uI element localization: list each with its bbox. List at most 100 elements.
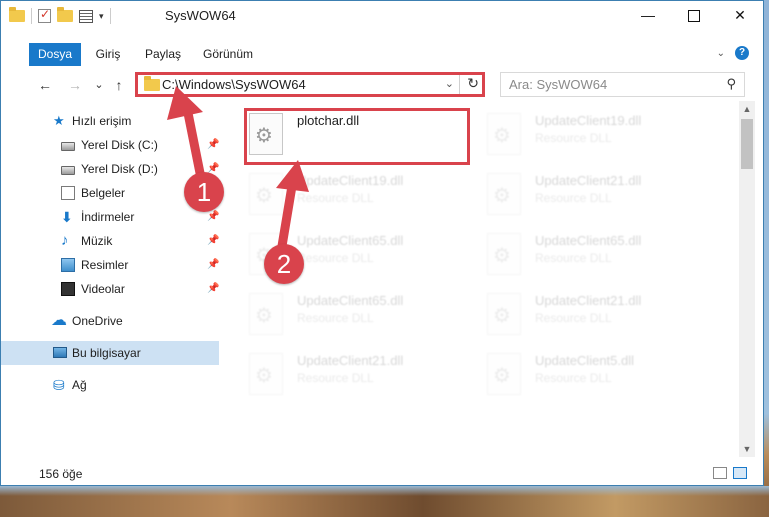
- maximize-button[interactable]: [671, 1, 717, 32]
- dll-file-icon: [487, 293, 521, 335]
- file-name: UpdateClient19.dll: [297, 173, 404, 188]
- folder-icon[interactable]: [9, 7, 25, 22]
- search-placeholder: Ara: SysWOW64: [509, 77, 608, 92]
- maximize-icon: [688, 10, 700, 23]
- pin-icon[interactable]: 📌: [207, 133, 219, 157]
- search-box[interactable]: Ara: SysWOW64 ⚲: [500, 72, 745, 97]
- sidebar-item-music[interactable]: ♪ Müzik 📌: [1, 229, 219, 253]
- file-name: UpdateClient65.dll: [297, 293, 404, 308]
- explorer-window: ▾ SysWOW64 — ✕ Dosya Giriş Paylaş Görünü…: [0, 0, 764, 486]
- file-item[interactable]: UpdateClient19.dll Resource DLL: [249, 171, 479, 227]
- tab-gorunum[interactable]: Görünüm: [197, 43, 259, 66]
- file-item[interactable]: UpdateClient21.dll Resource DLL: [487, 171, 717, 227]
- file-highlight-box: [244, 108, 470, 165]
- expand-ribbon-chevron-icon[interactable]: ⌄: [717, 48, 725, 59]
- sidebar-item-label: Ağ: [72, 378, 87, 392]
- tab-giris[interactable]: Giriş: [85, 43, 131, 66]
- close-button[interactable]: ✕: [717, 1, 763, 32]
- pin-icon[interactable]: 📌: [207, 253, 219, 277]
- pin-icon[interactable]: 📌: [207, 229, 219, 253]
- refresh-icon[interactable]: ↻: [467, 75, 479, 92]
- sidebar-item-label: Müzik: [81, 234, 113, 248]
- window-title: SysWOW64: [165, 8, 236, 23]
- navigation-pane: ★ Hızlı erişim Yerel Disk (C:) 📌 Yerel D…: [1, 105, 223, 457]
- file-type: Resource DLL: [535, 131, 612, 145]
- scroll-up-icon[interactable]: ▲: [739, 101, 755, 117]
- sidebar-item-label: Yerel Disk (D:): [81, 162, 158, 176]
- file-type: Resource DLL: [535, 371, 612, 385]
- title-bar: ▾ SysWOW64 — ✕: [1, 1, 763, 32]
- sidebar-item-pictures[interactable]: Resimler 📌: [1, 253, 219, 277]
- customize-toolbar-chevron-icon[interactable]: ▾: [99, 11, 104, 22]
- address-dropdown-icon[interactable]: ⌄: [445, 77, 454, 90]
- sidebar-item-downloads[interactable]: ⬇ İndirmeler 📌: [1, 205, 219, 229]
- address-path[interactable]: C:\Windows\SysWOW64: [162, 77, 306, 92]
- view-switcher: [713, 467, 747, 479]
- properties-list-icon[interactable]: [79, 9, 93, 23]
- file-name: UpdateClient5.dll: [535, 353, 635, 368]
- dll-file-icon: [487, 113, 521, 155]
- new-folder-icon[interactable]: [57, 7, 73, 22]
- tab-dosya[interactable]: Dosya: [29, 43, 81, 66]
- status-bar: 156 öğe: [1, 463, 763, 485]
- address-folder-icon: [144, 76, 160, 91]
- ribbon-tabs: Dosya Giriş Paylaş Görünüm ⌄ ?: [1, 43, 763, 66]
- dll-file-icon: [249, 173, 283, 215]
- dll-file-icon: [487, 173, 521, 215]
- music-icon: ♪: [61, 232, 69, 249]
- back-button[interactable]: ←: [35, 74, 55, 96]
- file-item[interactable]: UpdateClient65.dll Resource DLL: [487, 231, 717, 287]
- disk-icon: [61, 166, 75, 175]
- dll-file-icon: [487, 233, 521, 275]
- address-bar[interactable]: C:\Windows\SysWOW64 ⌄ ↻: [135, 72, 485, 97]
- onedrive-icon: ☁: [51, 312, 67, 329]
- file-type: Resource DLL: [535, 251, 612, 265]
- dll-file-icon: [487, 353, 521, 395]
- minimize-button[interactable]: —: [625, 1, 671, 32]
- scroll-thumb[interactable]: [741, 119, 753, 169]
- star-icon: ★: [53, 113, 65, 128]
- file-name: UpdateClient21.dll: [297, 353, 404, 368]
- recent-locations-button[interactable]: ⌄: [89, 74, 109, 96]
- pin-icon[interactable]: 📌: [207, 277, 219, 301]
- sidebar-item-network[interactable]: ⛁ Ağ: [1, 373, 219, 397]
- file-name: UpdateClient65.dll: [297, 233, 404, 248]
- file-item[interactable]: UpdateClient5.dll Resource DLL: [487, 351, 717, 407]
- tab-paylas[interactable]: Paylaş: [137, 43, 189, 66]
- file-type: Resource DLL: [297, 251, 374, 265]
- forward-button[interactable]: →: [65, 74, 85, 96]
- sidebar-item-disk-c[interactable]: Yerel Disk (C:) 📌: [1, 133, 219, 157]
- sidebar-item-label: Belgeler: [81, 186, 126, 200]
- sidebar-item-label: Resimler: [81, 258, 129, 272]
- file-item[interactable]: UpdateClient19.dll Resource DLL: [487, 111, 717, 167]
- sidebar-item-disk-d[interactable]: Yerel Disk (D:) 📌: [1, 157, 219, 181]
- file-name: UpdateClient65.dll: [535, 233, 642, 248]
- quick-access-toolbar: ▾: [9, 7, 111, 24]
- scroll-down-icon[interactable]: ▼: [739, 441, 755, 457]
- file-type: Resource DLL: [297, 191, 374, 205]
- vertical-scrollbar[interactable]: ▲ ▼: [739, 101, 755, 457]
- desktop-background: [0, 486, 769, 517]
- file-type: Resource DLL: [535, 311, 612, 325]
- dll-file-icon: [249, 353, 283, 395]
- sidebar-item-videos[interactable]: Videolar 📌: [1, 277, 219, 301]
- ribbon-right-controls: ⌄ ?: [717, 46, 749, 60]
- dll-file-icon: [249, 293, 283, 335]
- network-icon: ⛁: [53, 377, 65, 393]
- file-item[interactable]: UpdateClient65.dll Resource DLL: [249, 291, 479, 347]
- file-item[interactable]: UpdateClient21.dll Resource DLL: [249, 351, 479, 407]
- sidebar-item-onedrive[interactable]: ☁ OneDrive: [1, 309, 219, 333]
- tiles-view-icon[interactable]: [733, 467, 747, 479]
- details-view-icon[interactable]: [713, 467, 727, 479]
- properties-check-icon[interactable]: [38, 7, 51, 23]
- sidebar-item-quick-access[interactable]: ★ Hızlı erişim: [1, 109, 219, 133]
- help-icon[interactable]: ?: [735, 46, 749, 60]
- up-button[interactable]: ↑: [109, 74, 129, 96]
- file-name: UpdateClient19.dll: [535, 113, 642, 128]
- file-item[interactable]: UpdateClient21.dll Resource DLL: [487, 291, 717, 347]
- file-type: Resource DLL: [297, 311, 374, 325]
- sidebar-item-this-pc[interactable]: Bu bilgisayar: [1, 341, 219, 365]
- search-icon[interactable]: ⚲: [726, 76, 736, 92]
- file-type: Resource DLL: [535, 191, 612, 205]
- file-type: Resource DLL: [297, 371, 374, 385]
